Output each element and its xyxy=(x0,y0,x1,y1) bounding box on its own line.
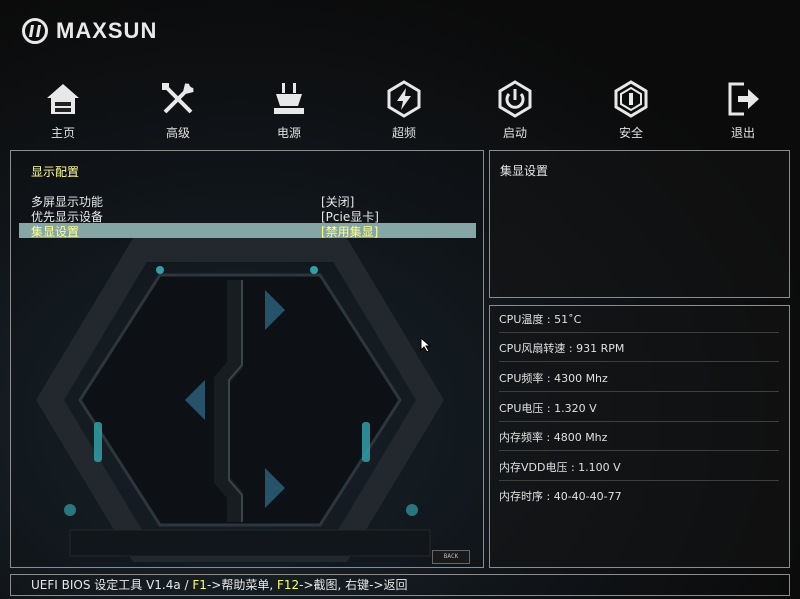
settings-list: 多屏显示功能 [关闭] 优先显示设备 [Pcie显卡] 集显设置 [禁用集显] xyxy=(19,193,476,240)
hardware-status-panel: CPU温度 : 51˚C CPU风扇转速 : 931 RPM CPU频率 : 4… xyxy=(489,305,790,568)
tab-power[interactable]: 电源 xyxy=(254,80,324,141)
stat-label: 内存VDD电压 xyxy=(499,461,568,474)
overclock-icon xyxy=(387,80,421,118)
stat-mem-freq: 内存频率 : 4800 Mhz xyxy=(499,424,779,451)
tab-home[interactable]: 主页 xyxy=(28,80,98,141)
stat-label: 内存时序 xyxy=(499,490,543,503)
power-plug-icon xyxy=(274,83,304,114)
tab-exit[interactable]: 退出 xyxy=(708,80,778,141)
tab-exit-label: 退出 xyxy=(730,126,755,140)
tab-power-label: 电源 xyxy=(276,126,301,140)
stat-mem-vdd: 内存VDD电压 : 1.100 V xyxy=(499,454,779,481)
stat-value: 4300 Mhz xyxy=(554,372,608,385)
tab-security[interactable]: 安全 xyxy=(596,80,666,141)
setting-multi-display[interactable]: 多屏显示功能 [关闭] xyxy=(19,193,476,209)
footer-help-bar: UEFI BIOS 设定工具 V1.4a / F1->帮助菜单, F12->截图… xyxy=(10,574,790,596)
tools-icon xyxy=(162,83,194,114)
f12-key: F12 xyxy=(276,578,300,592)
stat-value: 51˚C xyxy=(554,313,582,326)
stat-mem-timing: 内存时序 : 40-40-40-77 xyxy=(499,490,622,503)
help-title: 集显设置 xyxy=(500,164,549,178)
stat-cpu-fan: CPU风扇转速 : 931 RPM xyxy=(499,335,779,362)
stat-cpu-freq: CPU频率 : 4300 Mhz xyxy=(499,365,779,392)
shield-icon xyxy=(614,80,648,118)
exit-icon xyxy=(728,82,759,116)
tab-advanced-label: 高级 xyxy=(165,126,190,140)
stat-value: 931 RPM xyxy=(576,342,625,355)
footer-prefix: UEFI BIOS 设定工具 V1.4a / xyxy=(31,578,193,592)
tab-security-label: 安全 xyxy=(618,126,643,140)
setting-value[interactable]: [禁用集显] xyxy=(321,223,378,240)
stat-label: CPU频率 xyxy=(499,372,544,385)
f1-key: F1 xyxy=(192,578,207,592)
stat-value: 1.320 V xyxy=(554,402,597,415)
stat-label: CPU电压 xyxy=(499,402,544,415)
back-button[interactable]: BACK xyxy=(432,550,470,564)
main-nav: 主页 高级 电源 超频 启动 安全 退出 xyxy=(0,80,800,146)
setting-igpu-selected[interactable]: 集显设置 [禁用集显] xyxy=(19,223,476,240)
stat-value: 4800 Mhz xyxy=(553,431,608,444)
brand-logo: MAXSUN xyxy=(22,18,157,44)
tab-boot[interactable]: 启动 xyxy=(480,80,550,141)
tab-overclock[interactable]: 超频 xyxy=(369,80,439,141)
stat-value: 40-40-40-77 xyxy=(553,490,622,503)
tab-overclock-label: 超频 xyxy=(391,126,416,140)
tab-advanced[interactable]: 高级 xyxy=(143,80,213,141)
tab-boot-label: 启动 xyxy=(502,126,527,140)
setting-primary-display[interactable]: 优先显示设备 [Pcie显卡] xyxy=(19,208,476,224)
setting-label: 集显设置 xyxy=(31,225,80,239)
brand-name: MAXSUN xyxy=(56,18,158,43)
stat-label: 内存频率 xyxy=(499,431,543,444)
f1-text: ->帮助菜单, xyxy=(206,578,277,592)
section-title: 显示配置 xyxy=(31,165,80,179)
settings-panel: 显示配置 多屏显示功能 [关闭] 优先显示设备 [Pcie显卡] 集显设置 [禁… xyxy=(10,150,484,568)
maxsun-logo-icon xyxy=(22,18,48,44)
stat-cpu-voltage: CPU电压 : 1.320 V xyxy=(499,395,779,422)
help-panel: 集显设置 xyxy=(489,150,790,298)
home-icon xyxy=(47,84,79,114)
f12-text: ->截图, 右键->返回 xyxy=(299,578,408,592)
power-button-icon xyxy=(498,80,532,118)
stat-label: CPU风扇转速 xyxy=(499,342,566,355)
stat-label: CPU温度 xyxy=(499,313,544,326)
tab-home-label: 主页 xyxy=(50,126,75,140)
stat-value: 1.100 V xyxy=(578,461,621,474)
mouse-cursor-icon xyxy=(420,337,432,353)
stat-cpu-temp: CPU温度 : 51˚C xyxy=(499,306,779,333)
